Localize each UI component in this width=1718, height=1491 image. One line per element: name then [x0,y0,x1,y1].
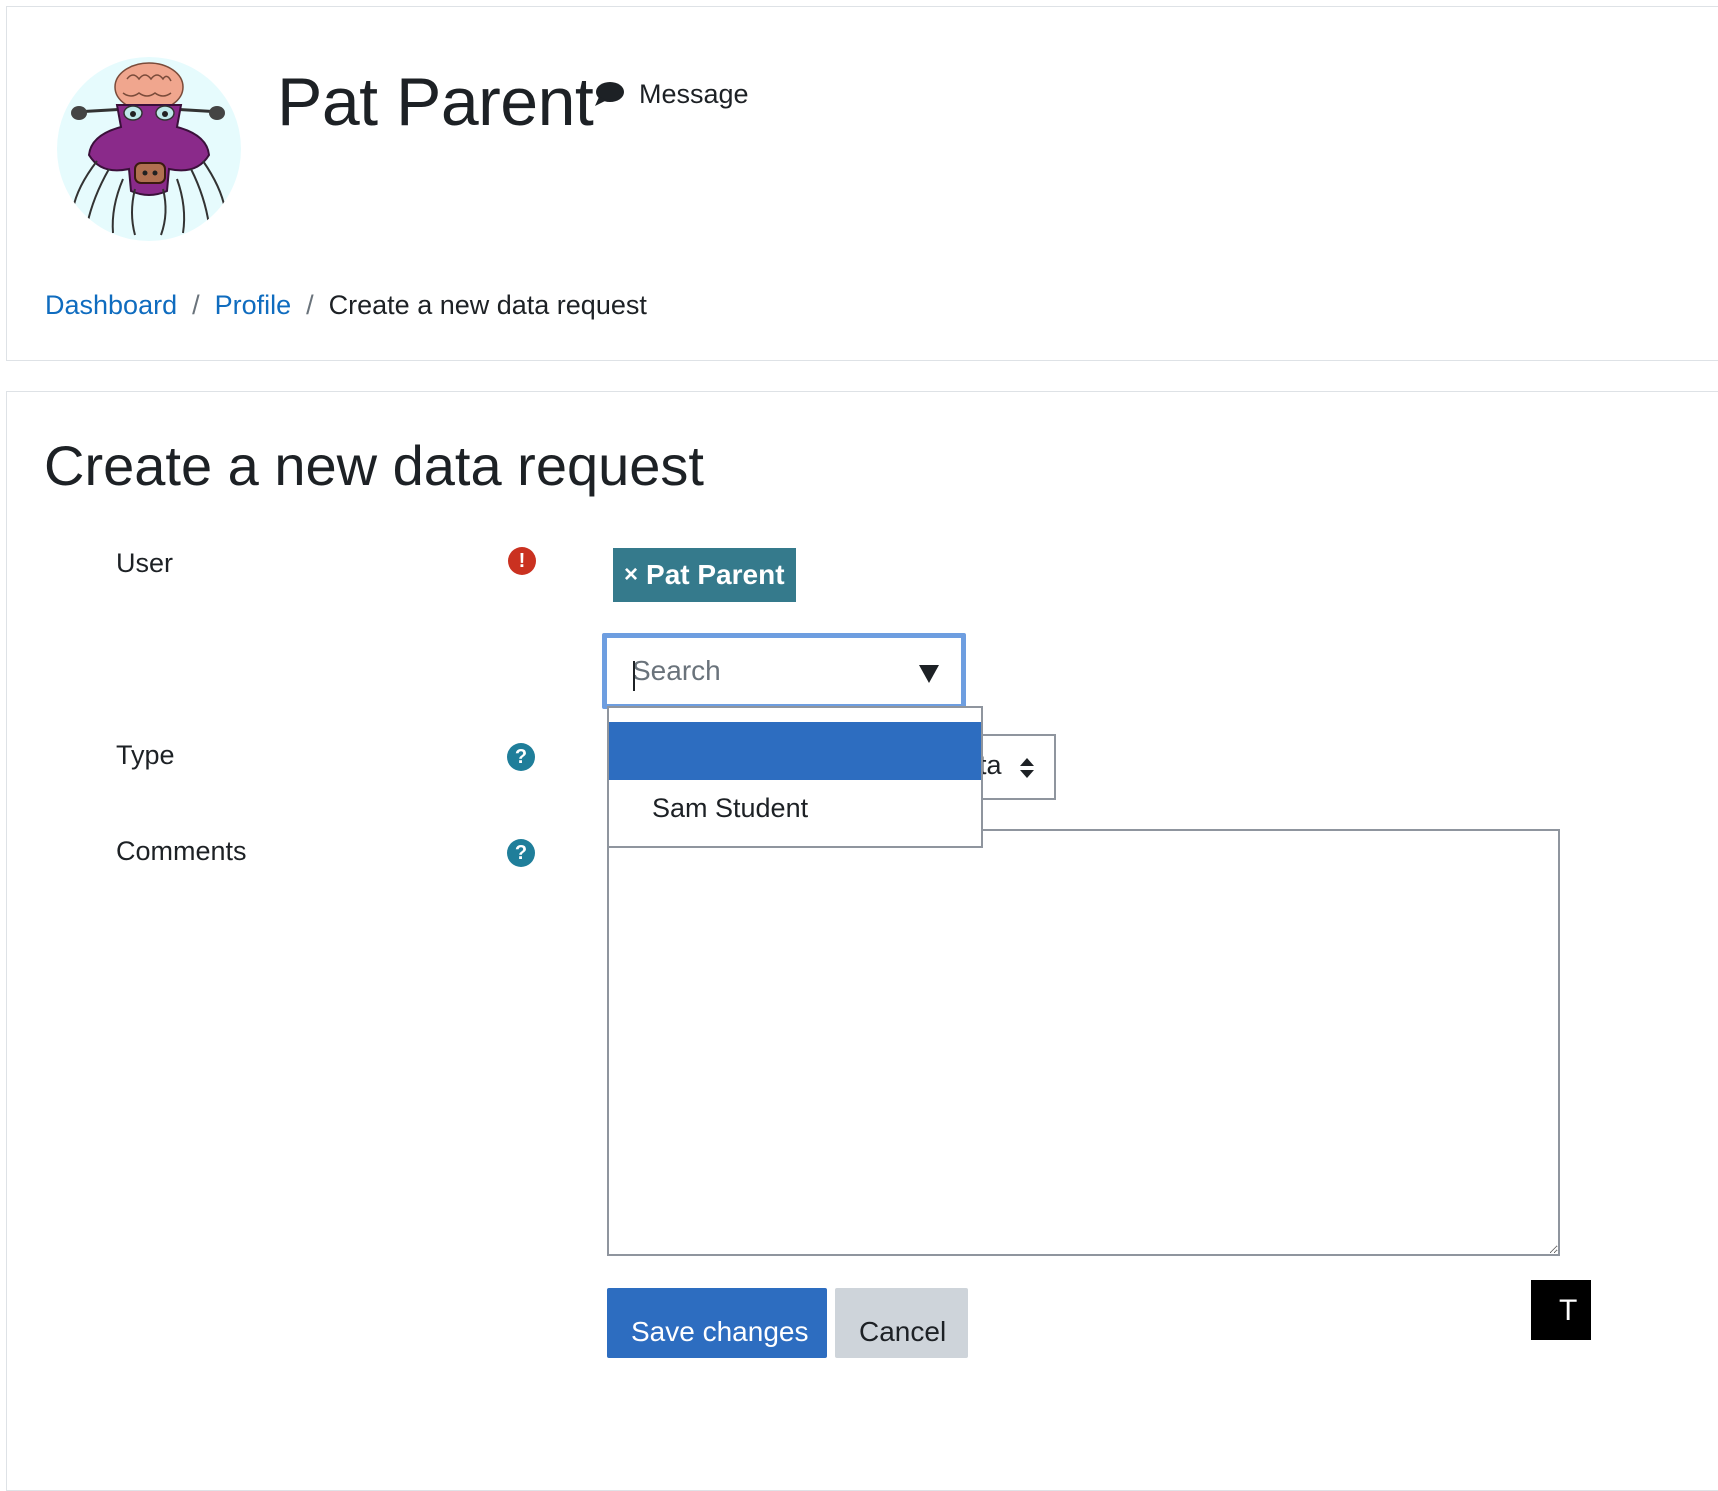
avatar[interactable] [57,57,241,241]
save-button[interactable]: Save changes [607,1288,827,1358]
comments-label: Comments [116,836,247,866]
cancel-button[interactable]: Cancel [835,1288,968,1358]
speech-bubble-icon [593,80,625,108]
remove-icon: × [624,561,639,588]
selected-user-name: Pat Parent [646,559,785,590]
user-dropdown-list: Sam Student [607,706,983,848]
corner-toggle[interactable]: T [1531,1280,1591,1340]
breadcrumb-profile[interactable]: Profile [215,285,292,325]
breadcrumb: Dashboard / Profile / Create a new data … [45,285,647,325]
comments-textarea[interactable] [607,829,1560,1256]
profile-name: Pat Parent [277,64,594,140]
corner-text: T [1559,1294,1578,1327]
message-label: Message [639,78,749,109]
select-updown-icon [1020,758,1034,780]
user-search-box [602,633,966,709]
breadcrumb-separator: / [306,290,314,320]
breadcrumb-dashboard[interactable]: Dashboard [45,285,177,325]
exclamation-icon: ! [508,547,536,575]
page-title: Create a new data request [44,434,704,497]
message-button[interactable]: Message [593,77,749,111]
user-label: User [116,548,174,578]
avatar-image [71,62,226,236]
type-label: Type [116,740,175,770]
question-icon[interactable]: ? [507,839,535,867]
user-search-input[interactable] [607,638,961,704]
breadcrumb-current: Create a new data request [328,290,647,320]
question-icon[interactable]: ? [507,743,535,771]
text-caret [633,661,635,691]
selected-user-tag[interactable]: × Pat Parent [613,548,796,602]
dropdown-option[interactable]: Sam Student [609,786,981,830]
main-content: Create a new data request User ! × Pat P… [6,391,1718,1491]
breadcrumb-separator: / [192,290,200,320]
dropdown-arrow-icon[interactable] [919,665,939,683]
type-select[interactable]: ta [979,734,1056,800]
profile-header: Pat Parent Message Dashboard / Profile /… [6,6,1718,361]
dropdown-option-highlighted[interactable] [609,722,981,780]
